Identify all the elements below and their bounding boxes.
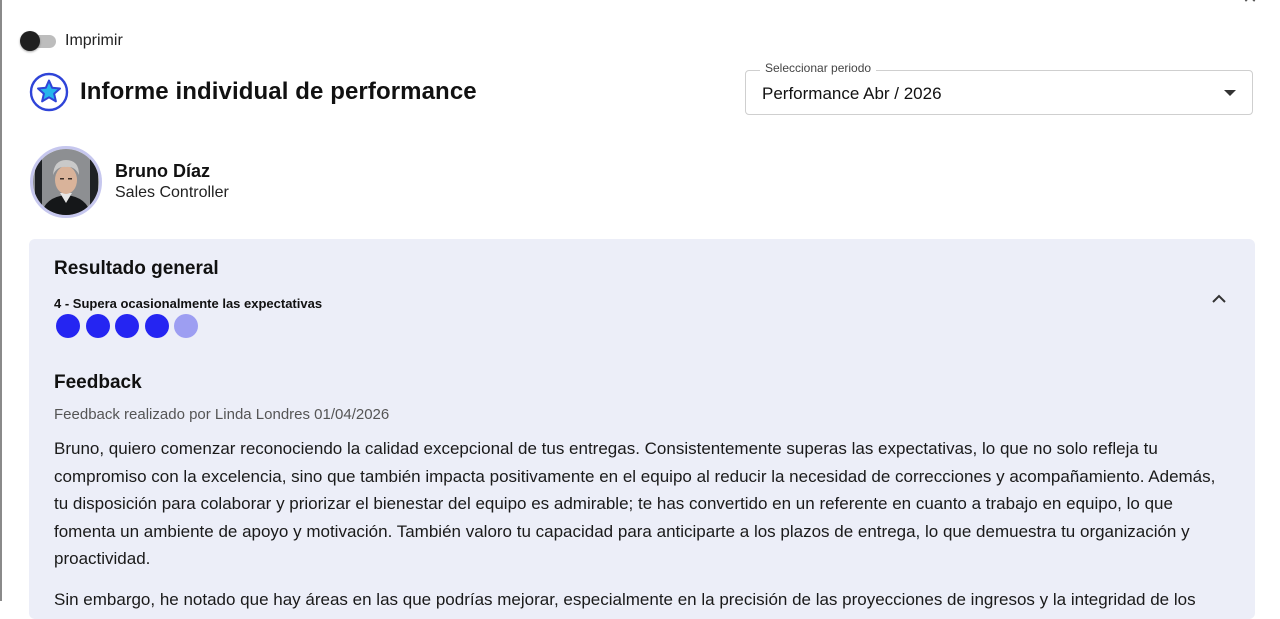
rating-dot-1 xyxy=(56,314,80,338)
period-select-label: Seleccionar periodo xyxy=(760,61,877,75)
avatar xyxy=(30,146,102,218)
result-title: Resultado general xyxy=(54,258,219,279)
print-toggle[interactable]: Imprimir xyxy=(20,29,123,53)
period-select-value: Performance Abr / 2026 xyxy=(762,84,942,103)
period-select[interactable]: Seleccionar periodo Performance Abr / 20… xyxy=(745,61,1253,115)
rating-dot-4 xyxy=(144,314,169,338)
print-switch[interactable] xyxy=(20,30,58,52)
feedback-meta: Feedback realizado por Linda Londres 01/… xyxy=(54,406,390,423)
chevron-up-icon[interactable] xyxy=(1209,291,1229,307)
employee-name: Bruno Díaz xyxy=(115,161,211,181)
page-header: Informe individual de performance xyxy=(29,72,477,112)
page-title: Informe individual de performance xyxy=(80,78,477,105)
chevron-down-icon[interactable] xyxy=(1224,90,1236,96)
close-icon[interactable]: ✕ xyxy=(1238,0,1262,6)
result-card: Resultado general 4 - Supera ocasionalme… xyxy=(29,239,1255,619)
employee-profile: Bruno Díaz Sales Controller xyxy=(30,146,229,218)
rating-dot-5 xyxy=(174,314,198,338)
rating-label: 4 - Supera ocasionalmente las expectativ… xyxy=(54,296,323,311)
feedback-title: Feedback xyxy=(54,372,142,393)
feedback-paragraph: Bruno, quiero comenzar reconociendo la c… xyxy=(54,439,1216,568)
star-icon xyxy=(29,72,69,112)
print-label: Imprimir xyxy=(65,32,123,49)
rating-dot-3 xyxy=(115,314,139,338)
employee-role: Sales Controller xyxy=(115,184,229,201)
switch-thumb xyxy=(20,31,40,51)
rating-dots xyxy=(56,314,204,338)
window-edge xyxy=(0,0,2,601)
feedback-paragraph: Sin embargo, he notado que hay áreas en … xyxy=(54,590,1196,609)
rating-dot-2 xyxy=(85,314,110,338)
